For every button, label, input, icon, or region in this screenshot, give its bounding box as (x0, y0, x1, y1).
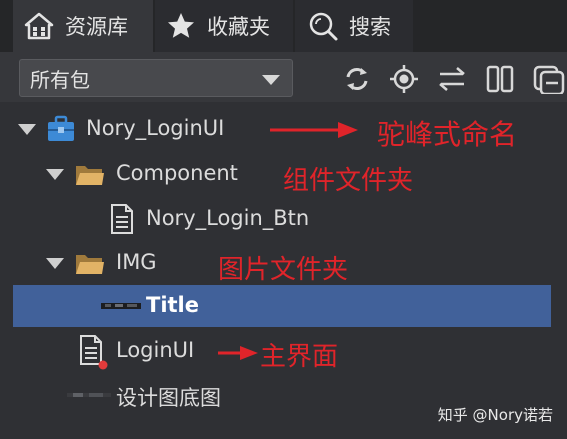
swap-button[interactable] (435, 62, 469, 96)
watermark: 知乎 @Nory诺若 (437, 406, 553, 424)
tab-search[interactable]: 搜索 (295, 0, 413, 52)
tree-item-label: Title (146, 293, 200, 317)
asset-toolbar: 所有包 (0, 52, 567, 102)
swap-icon (439, 67, 465, 91)
tree-item-image[interactable]: Title (13, 285, 551, 327)
image-thumbnail-icon (67, 393, 111, 397)
tab-assets-label: 资源库 (65, 15, 128, 39)
collapse-button[interactable] (531, 62, 565, 96)
component-file-icon (111, 204, 133, 234)
tree-item-label: Nory_LoginUI (86, 116, 225, 140)
package-icon (48, 115, 74, 141)
tree-item-label: IMG (116, 250, 157, 274)
columns-button[interactable] (483, 62, 517, 96)
collapse-icon (533, 65, 565, 94)
tree-item-label: Nory_Login_Btn (146, 206, 310, 230)
package-filter-value: 所有包 (30, 67, 90, 92)
annotation-component-folder: 组件文件夹 (283, 166, 414, 196)
folder-icon (76, 166, 104, 185)
expand-arrow-icon[interactable] (18, 124, 36, 135)
chevron-down-icon (262, 75, 280, 85)
annotation-camel-case: 驼峰式命名 (377, 118, 518, 151)
tree-item-label: LoginUI (116, 338, 195, 362)
component-file-icon (80, 335, 108, 370)
image-thumbnail-icon (101, 303, 141, 309)
tab-search-label: 搜索 (349, 15, 391, 39)
tree-item-label: Component (116, 161, 238, 185)
panel-tab-bar: 资源库 收藏夹 搜索 (0, 0, 567, 52)
folder-icon (76, 255, 104, 274)
tree-item-component[interactable]: Nory_Login_Btn (0, 198, 567, 240)
search-icon (309, 12, 338, 41)
annotation-main-ui: 主界面 (260, 342, 339, 372)
expand-arrow-icon[interactable] (46, 169, 64, 180)
package-filter-select[interactable]: 所有包 (19, 59, 293, 97)
locate-icon (390, 65, 418, 93)
tab-favorites[interactable]: 收藏夹 (155, 0, 293, 52)
refresh-icon (346, 68, 368, 90)
tree-item-label: 设计图底图 (116, 386, 221, 410)
tab-assets[interactable]: 资源库 (13, 0, 153, 52)
annotation-image-folder: 图片文件夹 (218, 255, 349, 285)
star-icon (168, 13, 194, 38)
columns-icon (486, 65, 514, 93)
tab-favorites-label: 收藏夹 (207, 15, 270, 39)
refresh-button[interactable] (340, 62, 374, 96)
home-icon (24, 12, 54, 40)
locate-button[interactable] (387, 62, 421, 96)
expand-arrow-icon[interactable] (46, 258, 64, 269)
